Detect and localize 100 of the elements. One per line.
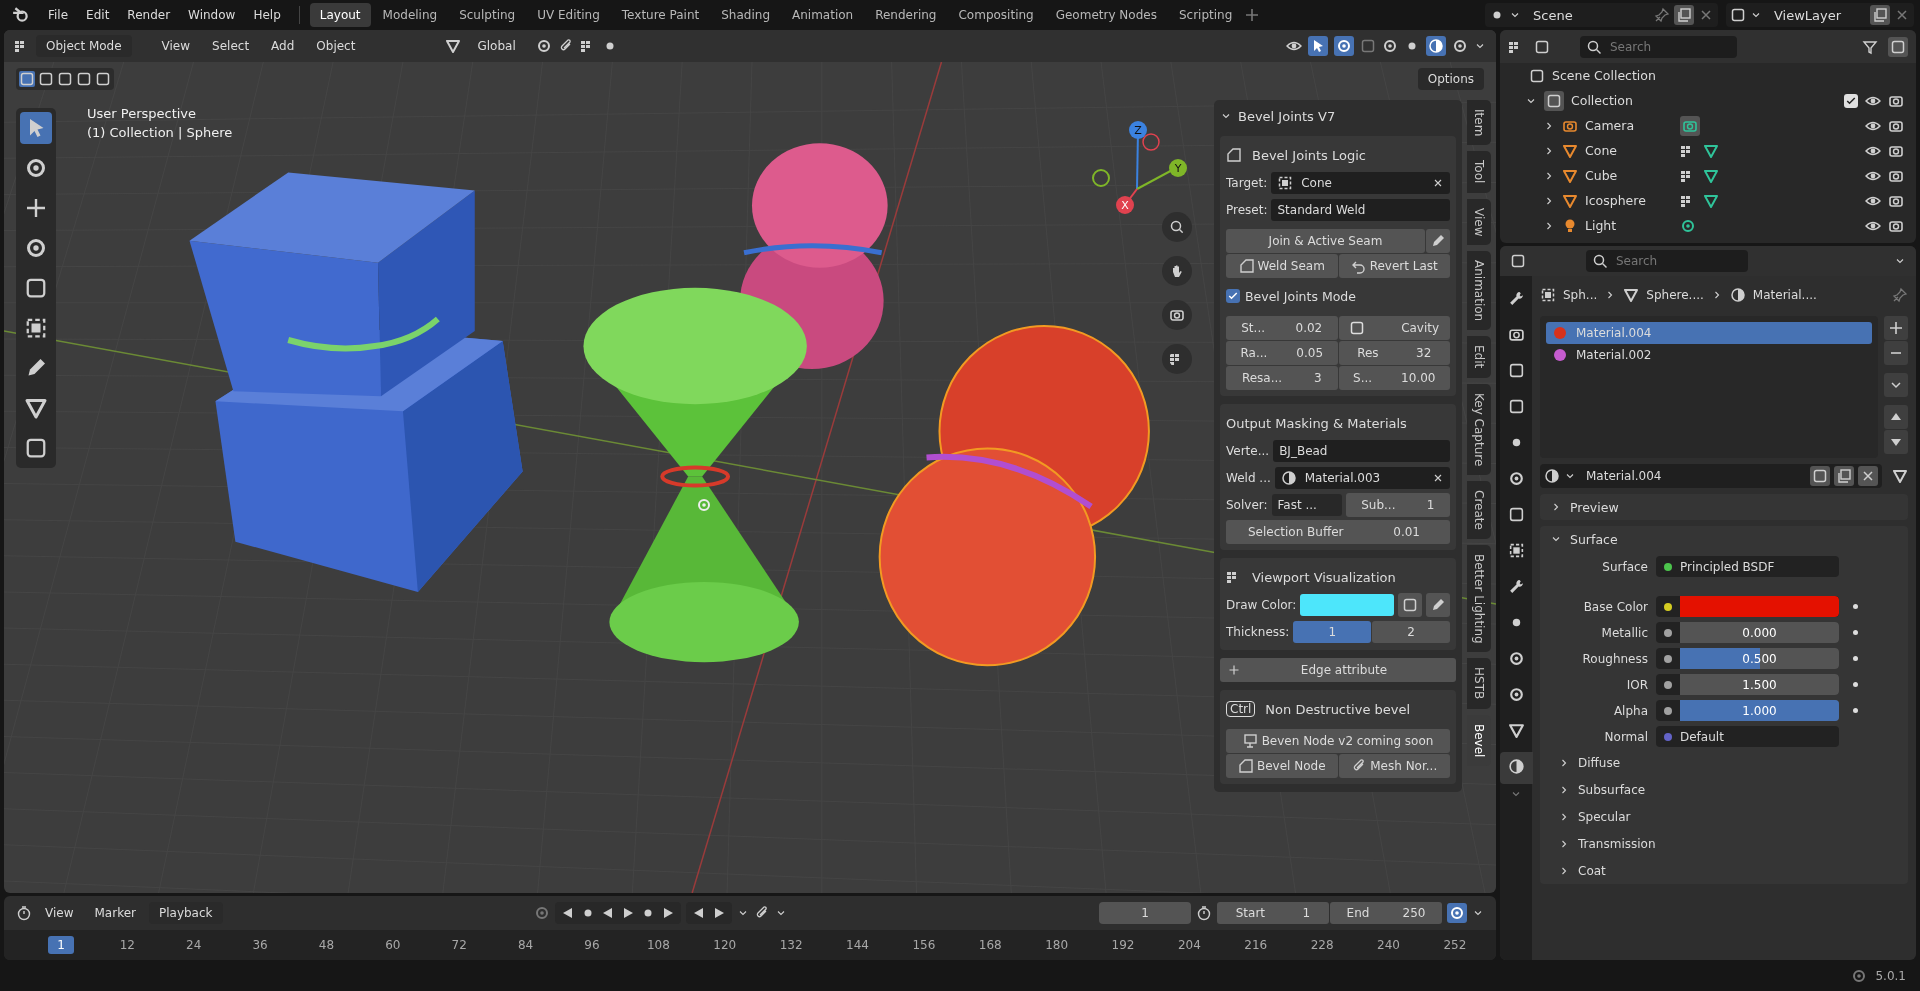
number-field[interactable]: Selection Buffer 0.01 xyxy=(1226,520,1450,544)
sidebar-tab[interactable]: Animation xyxy=(1467,251,1491,331)
mode-dropdown[interactable]: Object Mode xyxy=(36,35,132,57)
panel-header[interactable]: Preview xyxy=(1540,494,1908,520)
tree-item[interactable]: Collection xyxy=(1571,93,1633,108)
node-button[interactable]: Mesh Nor... xyxy=(1338,754,1450,778)
sidebar-tab[interactable]: Item xyxy=(1467,100,1491,146)
node-button[interactable]: Beven Node v2 coming soon xyxy=(1226,729,1450,753)
workspace-tab[interactable]: Animation xyxy=(782,3,864,27)
subpanel-header[interactable]: Coat xyxy=(1540,860,1908,882)
number-field[interactable]: Sub... 1 xyxy=(1345,493,1450,517)
menu-item[interactable]: File xyxy=(40,4,77,26)
target-field[interactable]: Cone xyxy=(1271,172,1450,194)
current-frame-field[interactable]: 1 xyxy=(1099,902,1191,924)
property-label: IOR xyxy=(1625,677,1648,692)
frame-number: 12 xyxy=(118,937,136,954)
workspace-tab[interactable]: Compositing xyxy=(948,3,1044,27)
field-value: Material.003 xyxy=(1304,471,1382,485)
menu-item[interactable]: View xyxy=(153,35,199,57)
material-slot[interactable]: Material.002 xyxy=(1546,344,1872,366)
thickness-option[interactable]: 2 xyxy=(1372,621,1450,643)
preset-dropdown[interactable]: Standard Weld xyxy=(1271,199,1450,221)
panel-header[interactable]: Surface xyxy=(1540,526,1908,552)
view-layer-selector[interactable]: ViewLayer xyxy=(1726,3,1914,27)
orientation-dropdown[interactable]: Global xyxy=(467,35,526,57)
menu-item[interactable]: Edit xyxy=(78,4,118,26)
tree-item[interactable]: Cube xyxy=(1585,168,1673,183)
number-field[interactable]: Resa... 3 xyxy=(1226,366,1338,390)
slider-field[interactable]: 0.500 xyxy=(1656,648,1839,669)
weld-button[interactable]: Weld Seam xyxy=(1226,254,1338,278)
slider-field[interactable]: 1.500 xyxy=(1656,674,1839,695)
menu-item[interactable]: View xyxy=(37,902,82,924)
search-field[interactable]: Search xyxy=(1586,250,1748,272)
scene-selector[interactable]: Scene xyxy=(1485,3,1718,27)
property-label: Alpha xyxy=(1612,703,1648,718)
start-frame-field[interactable]: Start 1 xyxy=(1217,902,1329,924)
sidebar-tab[interactable]: Tool xyxy=(1467,151,1491,193)
sidebar-tab[interactable]: HSTB xyxy=(1467,658,1491,709)
menu-item[interactable]: Object xyxy=(308,35,364,57)
link-field[interactable]: Principled BSDF xyxy=(1656,556,1839,577)
tree-item[interactable]: Camera xyxy=(1585,118,1673,133)
subpanel-header[interactable]: Subsurface xyxy=(1540,779,1908,801)
search-field[interactable]: Search xyxy=(1580,35,1737,58)
search-placeholder: Search xyxy=(1616,254,1658,268)
workspace-tab[interactable]: Geometry Nodes xyxy=(1045,3,1167,27)
text-field[interactable]: BJ_Bead xyxy=(1273,440,1450,462)
material-field[interactable]: Material.003 xyxy=(1274,467,1450,489)
menu-item[interactable]: Marker xyxy=(86,902,144,924)
playback-dropdown[interactable]: Playback xyxy=(148,902,223,924)
link-field[interactable]: Default xyxy=(1656,726,1839,747)
workspace-tab[interactable]: Sculpting xyxy=(449,3,526,27)
subpanel-header[interactable]: Specular xyxy=(1540,806,1908,828)
number-field[interactable]: S... 10.00 xyxy=(1338,366,1450,390)
sidebar-tab[interactable]: Edit xyxy=(1467,336,1491,378)
breadcrumb-item[interactable]: Material.... xyxy=(1752,288,1817,302)
slider-field[interactable]: 1.000 xyxy=(1656,700,1839,721)
menu-item[interactable]: Add xyxy=(263,35,303,57)
options-dropdown[interactable]: Options xyxy=(1417,68,1484,90)
edge-attribute-button[interactable]: Edge attribute xyxy=(1220,658,1456,682)
workspace-tab[interactable]: Shading xyxy=(711,3,780,27)
field-label: Draw Color: xyxy=(1226,598,1297,612)
material-slot[interactable]: Material.004 xyxy=(1546,322,1872,344)
sidebar-tab[interactable]: View xyxy=(1467,198,1491,246)
workspace-tab[interactable]: Layout xyxy=(309,3,371,27)
tree-item[interactable]: Cone xyxy=(1585,143,1673,158)
slider-field[interactable]: 0.000 xyxy=(1656,622,1839,643)
breadcrumb-item[interactable]: Sphere.... xyxy=(1646,288,1704,302)
number-field[interactable]: St... 0.02 xyxy=(1226,316,1338,340)
workspace-tab[interactable]: Rendering xyxy=(865,3,947,27)
sidebar-tab[interactable]: Create xyxy=(1467,480,1491,539)
workspace-tab[interactable]: Scripting xyxy=(1168,3,1243,27)
tree-item[interactable]: Scene Collection xyxy=(1552,68,1656,83)
axis-gizmo[interactable]: Z Y X xyxy=(1089,114,1199,224)
workspace-tab[interactable]: Texture Paint xyxy=(611,3,710,27)
menu-item[interactable]: Window xyxy=(180,4,244,26)
toggle-button[interactable]: Cavity xyxy=(1338,316,1450,340)
sidebar-tab[interactable]: Better Lighting xyxy=(1467,544,1491,653)
sidebar-tab[interactable]: Key Capture xyxy=(1467,383,1491,475)
scene-name: Scene xyxy=(1532,7,1574,23)
material-name-field[interactable]: Material.004 xyxy=(1540,464,1882,488)
end-frame-field[interactable]: End 250 xyxy=(1330,902,1442,924)
workspace-tab[interactable]: Modeling xyxy=(372,3,448,27)
breadcrumb-item[interactable]: Sph... xyxy=(1563,288,1598,302)
mode-checkbox[interactable]: Bevel Joints Mode xyxy=(1226,283,1450,309)
revert-button[interactable]: Revert Last xyxy=(1338,254,1450,278)
menu-item[interactable]: Render xyxy=(119,4,179,26)
solver-dropdown[interactable]: Fast ... xyxy=(1271,494,1342,516)
node-button[interactable]: Bevel Node xyxy=(1226,754,1338,778)
subpanel-header[interactable]: Diffuse xyxy=(1540,752,1908,774)
workspace-tab[interactable]: UV Editing xyxy=(527,3,610,27)
menu-item[interactable]: Help xyxy=(245,4,289,26)
tree-item[interactable]: Light xyxy=(1585,218,1673,233)
menu-item[interactable]: Select xyxy=(204,35,258,57)
field-value: 3 xyxy=(1313,371,1322,385)
tree-item[interactable]: Icosphere xyxy=(1585,193,1673,208)
subpanel-header[interactable]: Transmission xyxy=(1540,833,1908,855)
number-field[interactable]: Res 32 xyxy=(1338,341,1450,365)
number-field[interactable]: Ra... 0.05 xyxy=(1226,341,1338,365)
thickness-option[interactable]: 1 xyxy=(1293,621,1372,643)
join-button[interactable]: Join & Active Seam xyxy=(1226,229,1425,253)
